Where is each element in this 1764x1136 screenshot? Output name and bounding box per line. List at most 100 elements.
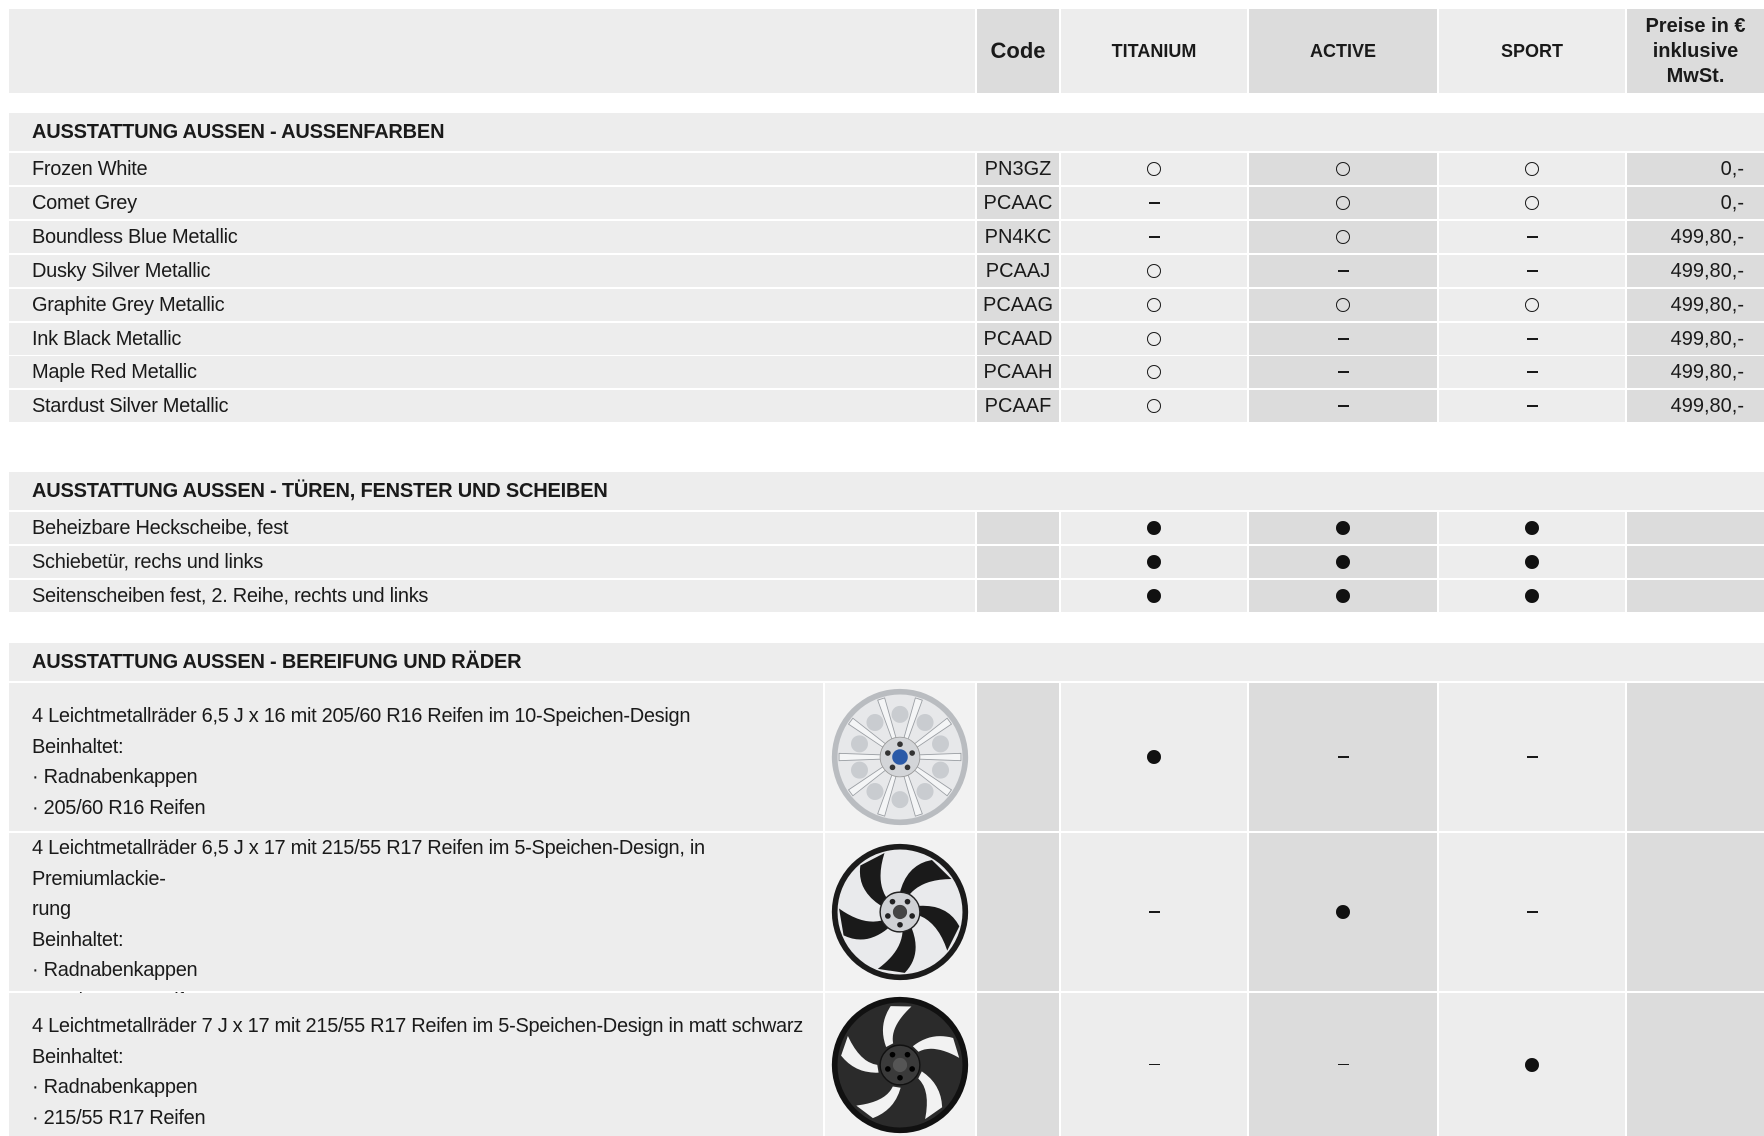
not-available-dash-icon xyxy=(1337,338,1349,340)
standard-dot-icon xyxy=(1336,521,1350,535)
header-price-line2: inklusive xyxy=(1652,39,1739,62)
optional-circle-icon xyxy=(1147,399,1161,413)
header-titanium: TITANIUM xyxy=(1061,9,1247,93)
not-available-dash-icon xyxy=(1526,270,1538,272)
wheel-code-empty xyxy=(977,683,1059,831)
active-availability xyxy=(1249,580,1437,612)
wheel-description-line: · Radnabenkappen xyxy=(32,1076,198,1098)
header-price-line3: MwSt. xyxy=(1666,64,1725,87)
sport-availability xyxy=(1439,546,1625,578)
color-code: PCAAG xyxy=(977,289,1059,321)
active-availability xyxy=(1249,187,1437,219)
active-availability xyxy=(1249,255,1437,287)
optional-circle-icon xyxy=(1336,196,1350,210)
sport-availability xyxy=(1439,323,1625,355)
wheel-description-line: Beinhaltet: xyxy=(32,1045,124,1068)
color-name: Graphite Grey Metallic xyxy=(9,289,975,321)
titanium-availability xyxy=(1061,512,1247,544)
titanium-availability xyxy=(1061,323,1247,355)
color-price: 499,80,- xyxy=(1627,390,1764,422)
door-price-empty xyxy=(1627,546,1764,578)
active-availability xyxy=(1249,289,1437,321)
standard-dot-icon xyxy=(1147,589,1161,603)
optional-circle-icon xyxy=(1336,162,1350,176)
standard-dot-icon xyxy=(1336,905,1350,919)
active-availability xyxy=(1249,356,1437,388)
section-title-colors: AUSSTATTUNG AUSSEN - AUSSENFARBEN xyxy=(9,113,1764,151)
wheel-description-line: rung xyxy=(32,898,71,920)
active-availability xyxy=(1249,323,1437,355)
optional-circle-icon xyxy=(1336,298,1350,312)
color-name: Maple Red Metallic xyxy=(9,356,975,388)
wheel-description-line: 4 Leichtmetallräder 7 J x 17 mit 215/55 … xyxy=(32,1015,803,1037)
header-left-cell xyxy=(9,9,975,93)
sport-availability xyxy=(1439,187,1625,219)
wheel-price-empty xyxy=(1627,683,1764,831)
door-code-empty xyxy=(977,580,1059,612)
wheel-code-empty xyxy=(977,993,1059,1136)
color-code: PCAAH xyxy=(977,356,1059,388)
standard-dot-icon xyxy=(1525,589,1539,603)
matt-black-5-spoke-wheel-image xyxy=(825,993,975,1136)
color-code: PCAAF xyxy=(977,390,1059,422)
color-name: Stardust Silver Metallic xyxy=(9,390,975,422)
active-availability xyxy=(1249,993,1437,1136)
optional-circle-icon xyxy=(1525,298,1539,312)
color-name: Frozen White xyxy=(9,153,975,185)
active-availability xyxy=(1249,833,1437,991)
not-available-dash-icon xyxy=(1148,236,1160,238)
door-code-empty xyxy=(977,546,1059,578)
sport-availability xyxy=(1439,512,1625,544)
not-available-dash-icon xyxy=(1148,1063,1160,1066)
door-price-empty xyxy=(1627,580,1764,612)
optional-circle-icon xyxy=(1147,162,1161,176)
section-title-doors: AUSSTATTUNG AUSSEN - TÜREN, FENSTER UND … xyxy=(9,472,1764,510)
color-code: PCAAJ xyxy=(977,255,1059,287)
optional-circle-icon xyxy=(1147,264,1161,278)
door-price-empty xyxy=(1627,512,1764,544)
header-active: ACTIVE xyxy=(1249,9,1437,93)
active-availability xyxy=(1249,683,1437,831)
titanium-availability xyxy=(1061,289,1247,321)
wheel-price-empty xyxy=(1627,993,1764,1136)
door-feature-name: Seitenscheiben fest, 2. Reihe, rechts un… xyxy=(9,580,975,612)
color-price: 0,- xyxy=(1627,187,1764,219)
not-available-dash-icon xyxy=(1337,756,1349,758)
titanium-availability xyxy=(1061,255,1247,287)
titanium-availability xyxy=(1061,187,1247,219)
wheel-description-line: · 215/55 R17 Reifen xyxy=(32,1106,206,1129)
color-price: 499,80,- xyxy=(1627,289,1764,321)
sport-availability xyxy=(1439,683,1625,831)
not-available-dash-icon xyxy=(1337,1063,1349,1066)
not-available-dash-icon xyxy=(1526,236,1538,238)
color-code: PCAAC xyxy=(977,187,1059,219)
door-feature-name: Schiebetür, rechs und links xyxy=(9,546,975,578)
color-price: 0,- xyxy=(1627,153,1764,185)
standard-dot-icon xyxy=(1336,555,1350,569)
section-title-wheels: AUSSTATTUNG AUSSEN - BEREIFUNG UND RÄDER xyxy=(9,643,1764,681)
not-available-dash-icon xyxy=(1526,756,1538,758)
not-available-dash-icon xyxy=(1526,911,1538,913)
standard-dot-icon xyxy=(1147,750,1161,764)
not-available-dash-icon xyxy=(1148,911,1160,913)
not-available-dash-icon xyxy=(1337,405,1349,407)
sport-availability xyxy=(1439,255,1625,287)
sport-availability xyxy=(1439,993,1625,1136)
not-available-dash-icon xyxy=(1526,405,1538,407)
not-available-dash-icon xyxy=(1526,338,1538,340)
color-code: PN3GZ xyxy=(977,153,1059,185)
optional-circle-icon xyxy=(1147,365,1161,379)
wheel-description: 4 Leichtmetallräder 6,5 J x 16 mit 205/6… xyxy=(9,683,823,831)
active-availability xyxy=(1249,221,1437,253)
wheel-description-line: 4 Leichtmetallräder 6,5 J x 16 mit 205/6… xyxy=(32,705,691,727)
bicolor-5-spoke-wheel-image xyxy=(825,833,975,991)
silver-10-spoke-wheel-image xyxy=(825,683,975,831)
standard-dot-icon xyxy=(1147,555,1161,569)
header-sport: SPORT xyxy=(1439,9,1625,93)
wheel-description: 4 Leichtmetallräder 6,5 J x 17 mit 215/5… xyxy=(9,833,823,1012)
sport-availability xyxy=(1439,390,1625,422)
standard-dot-icon xyxy=(1525,555,1539,569)
wheel-price-empty xyxy=(1627,833,1764,991)
not-available-dash-icon xyxy=(1526,371,1538,373)
standard-dot-icon xyxy=(1525,1057,1539,1072)
